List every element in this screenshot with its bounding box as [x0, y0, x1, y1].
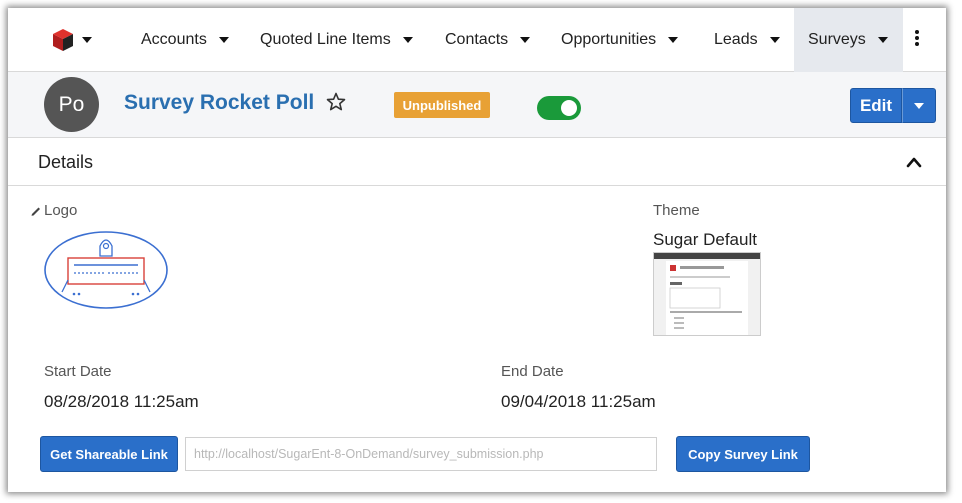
edit-button[interactable]: Edit — [850, 88, 902, 123]
theme-value: Sugar Default — [653, 230, 757, 249]
survey-rocket-logo-image — [44, 231, 168, 309]
app-window: Accounts Quoted Line Items Contacts Oppo… — [8, 8, 946, 492]
nav-surveys-label: Surveys — [808, 31, 866, 48]
theme-preview-graphic — [654, 253, 760, 335]
nav-opportunities[interactable]: Opportunities — [561, 8, 679, 72]
chevron-down-icon — [668, 37, 679, 43]
active-toggle[interactable] — [537, 96, 581, 120]
record-title[interactable]: Survey Rocket Poll — [124, 91, 314, 115]
chevron-down-icon — [402, 37, 413, 43]
nav-contacts-label: Contacts — [445, 31, 509, 48]
shareable-link-field[interactable]: http://localhost/SugarEnt-8-OnDemand/sur… — [185, 437, 657, 471]
more-menu-icon[interactable] — [913, 30, 921, 50]
nav-accounts[interactable]: Accounts — [141, 8, 229, 72]
sugar-logo-menu[interactable] — [52, 26, 102, 54]
nav-leads[interactable]: Leads — [714, 8, 780, 72]
chevron-down-icon — [520, 37, 531, 43]
chevron-up-icon[interactable] — [906, 156, 922, 168]
logo-label: Logo — [44, 202, 78, 219]
nav-surveys[interactable]: Surveys — [794, 8, 903, 72]
nav-leads-label: Leads — [714, 31, 758, 48]
chevron-down-icon — [218, 37, 229, 43]
get-shareable-link-button[interactable]: Get Shareable Link — [40, 436, 178, 472]
chevron-down-icon — [877, 37, 888, 43]
nav-contacts[interactable]: Contacts — [445, 8, 531, 72]
end-date-label: End Date — [501, 363, 564, 380]
start-date-label: Start Date — [44, 363, 112, 380]
nav-accounts-label: Accounts — [141, 31, 207, 48]
chevron-down-icon — [82, 37, 92, 43]
theme-preview-image[interactable] — [653, 252, 761, 336]
panel-title: Details — [38, 152, 94, 172]
theme-label: Theme — [653, 202, 700, 219]
star-icon[interactable] — [326, 92, 346, 112]
chevron-down-icon — [769, 37, 780, 43]
copy-survey-link-button[interactable]: Copy Survey Link — [676, 436, 810, 472]
nav-opportunities-label: Opportunities — [561, 31, 657, 48]
avatar: Po — [44, 77, 99, 132]
sugar-cube-icon — [53, 29, 73, 51]
end-date-value: 09/04/2018 11:25am — [501, 392, 656, 411]
status-badge: Unpublished — [394, 92, 490, 118]
nav-quoted-line-items-label: Quoted Line Items — [260, 31, 391, 48]
nav-quoted-line-items[interactable]: Quoted Line Items — [260, 8, 413, 72]
edit-actions-dropdown[interactable] — [902, 88, 936, 123]
record-header: Po Survey Rocket Poll Unpublished Edit — [8, 72, 946, 138]
edit-button-group: Edit — [850, 88, 936, 123]
details-panel-header[interactable]: Details — [8, 138, 946, 186]
start-date-value: 08/28/2018 11:25am — [44, 392, 199, 411]
pencil-icon[interactable] — [30, 205, 42, 217]
chevron-down-icon — [914, 102, 924, 109]
top-nav: Accounts Quoted Line Items Contacts Oppo… — [8, 8, 946, 72]
